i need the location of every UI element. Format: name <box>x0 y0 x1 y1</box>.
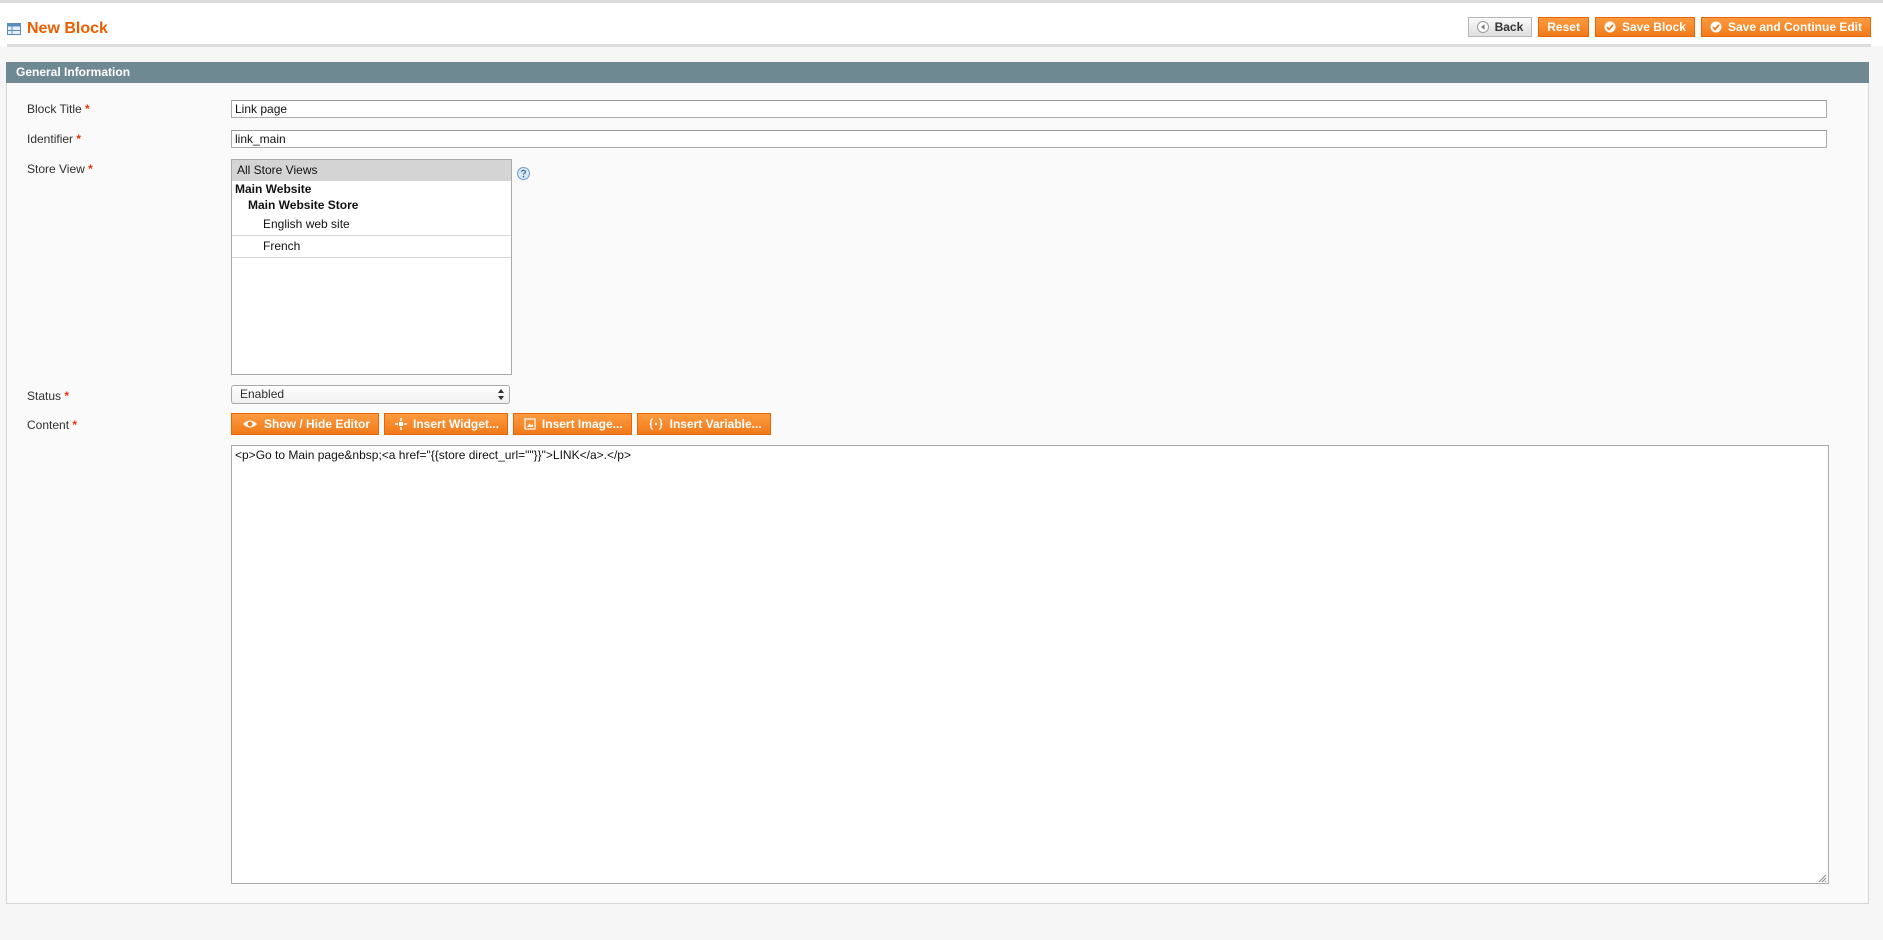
status-select-value: Enabled <box>240 387 285 401</box>
image-icon <box>524 418 536 430</box>
block-title-input[interactable] <box>231 100 1827 118</box>
store-option-all-store-views[interactable]: All Store Views <box>232 160 511 181</box>
eye-icon <box>243 420 257 428</box>
required-mark: * <box>88 162 93 176</box>
reset-button-label: Reset <box>1547 20 1580 34</box>
status-label: Status * <box>27 389 69 403</box>
page-header: New Block Back Reset Save Block Save and… <box>0 3 1883 47</box>
insert-widget-label: Insert Widget... <box>413 417 499 431</box>
cms-block-icon <box>7 23 21 35</box>
variable-braces-icon <box>649 418 663 430</box>
check-icon <box>1604 21 1616 33</box>
store-option-french[interactable]: French <box>232 236 511 258</box>
reset-button[interactable]: Reset <box>1538 17 1589 37</box>
back-arrow-icon <box>1476 21 1489 33</box>
insert-image-label: Insert Image... <box>541 417 623 431</box>
section-header: General Information <box>6 62 1869 83</box>
required-mark: * <box>85 102 90 116</box>
widget-icon <box>395 418 408 430</box>
required-mark: * <box>76 132 82 146</box>
select-arrows-icon <box>498 389 504 400</box>
insert-image-button[interactable]: Insert Image... <box>512 413 632 435</box>
block-title-label-text: Block Title <box>27 102 82 116</box>
insert-variable-button[interactable]: Insert Variable... <box>636 413 771 435</box>
header-buttons: Back Reset Save Block Save and Continue … <box>1467 17 1871 37</box>
status-select[interactable]: Enabled <box>231 385 510 404</box>
required-mark: * <box>64 389 70 403</box>
identifier-label: Identifier * <box>27 132 81 146</box>
required-mark: * <box>72 418 78 432</box>
insert-variable-label: Insert Variable... <box>669 417 762 431</box>
show-hide-editor-label: Show / Hide Editor <box>264 417 371 431</box>
title-wrap: New Block <box>7 19 108 39</box>
save-and-continue-button[interactable]: Save and Continue Edit <box>1700 17 1871 37</box>
page-title: New Block <box>27 20 108 37</box>
store-view-label: Store View * <box>27 162 93 176</box>
store-view-multiselect[interactable]: All Store Views Main Website Main Websit… <box>231 159 512 375</box>
identifier-input[interactable] <box>231 130 1827 148</box>
content-label: Content * <box>27 418 77 432</box>
header-divider <box>7 44 1871 47</box>
back-button[interactable]: Back <box>1467 17 1533 37</box>
resize-grip-icon[interactable] <box>1817 873 1827 883</box>
store-view-label-text: Store View <box>27 162 85 176</box>
store-option-english-web-site[interactable]: English web site <box>232 214 511 236</box>
insert-widget-button[interactable]: Insert Widget... <box>384 413 508 435</box>
store-group-main-website-store: Main Website Store <box>248 198 359 212</box>
check-icon <box>1710 21 1722 33</box>
save-and-continue-button-label: Save and Continue Edit <box>1727 20 1862 34</box>
save-block-button[interactable]: Save Block <box>1594 17 1695 37</box>
content-label-text: Content <box>27 418 70 432</box>
content-textarea[interactable]: <p>Go to Main page&nbsp;<a href="{{store… <box>231 445 1829 884</box>
block-title-label: Block Title * <box>27 102 90 116</box>
editor-toolbar: Show / Hide Editor Insert Widget... Inse… <box>231 413 771 435</box>
show-hide-editor-button[interactable]: Show / Hide Editor <box>231 413 380 435</box>
identifier-label-text: Identifier <box>27 132 74 146</box>
save-block-button-label: Save Block <box>1621 20 1686 34</box>
help-icon[interactable] <box>517 167 530 180</box>
status-label-text: Status <box>27 389 62 403</box>
back-button-label: Back <box>1494 20 1524 34</box>
store-group-main-website: Main Website <box>235 182 312 196</box>
